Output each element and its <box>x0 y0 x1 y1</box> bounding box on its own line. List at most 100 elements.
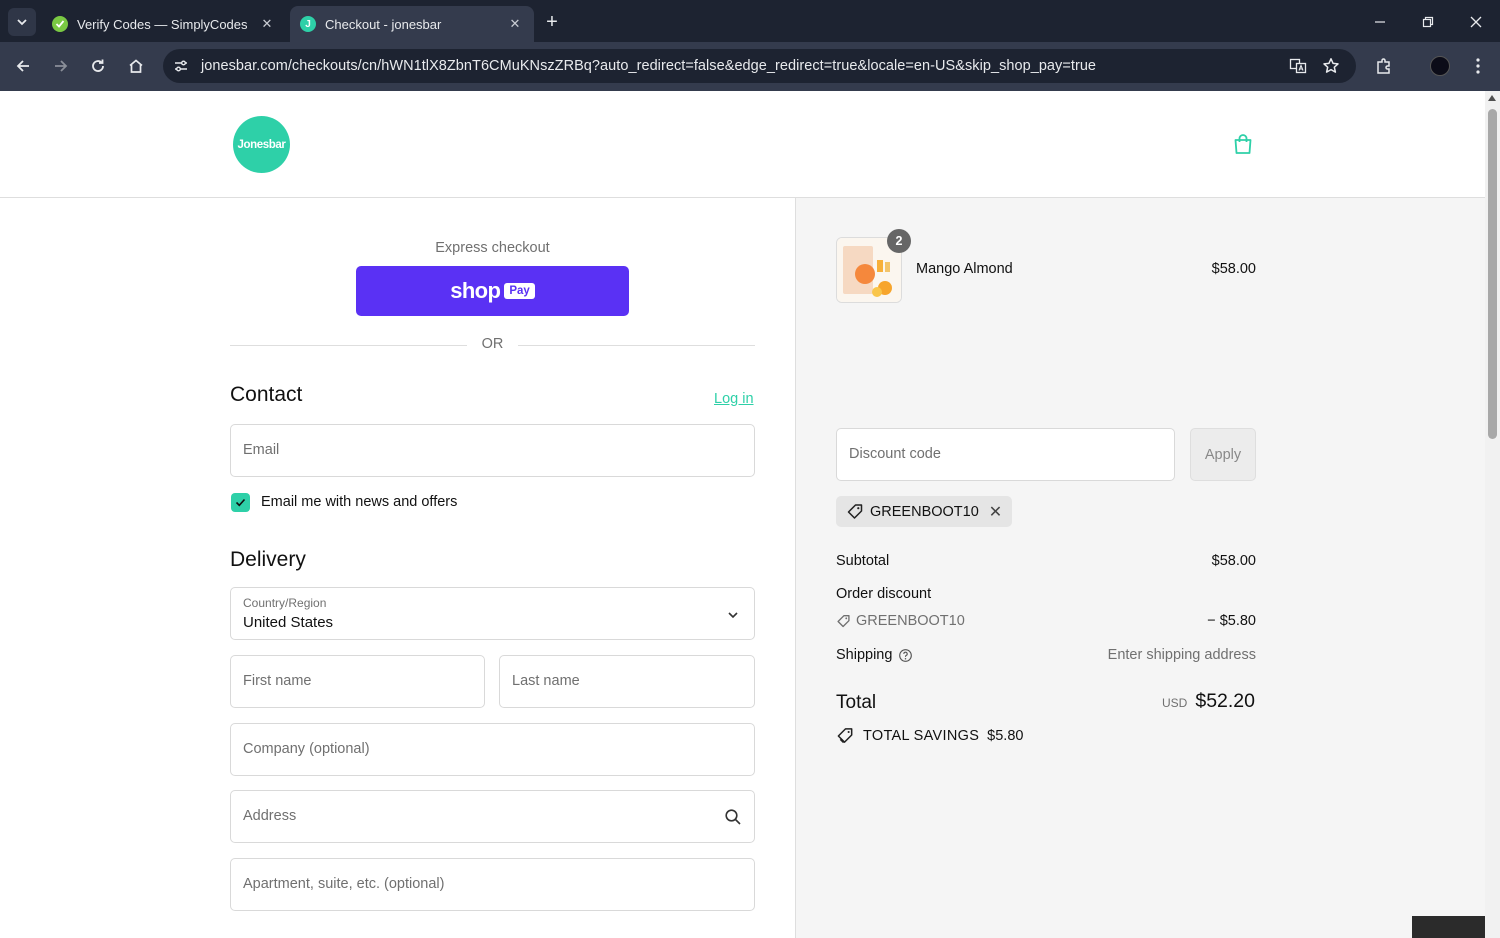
quantity-badge: 2 <box>887 229 911 253</box>
email-placeholder: Email <box>243 442 280 458</box>
apply-discount-button[interactable]: Apply <box>1190 428 1256 481</box>
total-value: $52.20 <box>1195 690 1255 712</box>
country-select[interactable]: Country/Region United States <box>230 587 755 640</box>
company-placeholder: Company (optional) <box>243 741 370 757</box>
applied-discount-chip: GREENBOOT10 ✕ <box>836 496 1013 527</box>
delivery-heading: Delivery <box>230 548 306 571</box>
tab-title: Verify Codes — SimplyCodes <box>77 16 248 32</box>
chevron-down-icon <box>17 19 27 26</box>
shipping-row: Shipping Enter shipping address <box>836 647 1256 663</box>
savings-value: $5.80 <box>987 727 1024 744</box>
first-name-field[interactable]: First name <box>230 655 485 708</box>
discount-code-input[interactable]: Discount code <box>836 428 1175 481</box>
discount-code-row: GREENBOOT10 − $5.80 <box>836 613 1256 633</box>
home-icon <box>129 59 143 73</box>
tab-strip: Verify Codes — SimplyCodes ✕ J Checkout … <box>0 0 1500 42</box>
country-label: Country/Region <box>243 596 327 610</box>
tab-checkout[interactable]: J Checkout - jonesbar ✕ <box>290 6 534 42</box>
restore-icon <box>1422 16 1434 28</box>
shop-pay-badge: Pay <box>504 283 535 299</box>
new-tab-button[interactable]: + <box>540 10 564 34</box>
order-discount-row: Order discount <box>836 586 1256 602</box>
remove-discount-icon[interactable]: ✕ <box>989 502 1002 522</box>
total-savings: TOTAL SAVINGS $5.80 <box>836 726 1023 745</box>
tag-icon <box>847 503 863 519</box>
help-circle-icon[interactable] <box>898 648 913 663</box>
close-tab-icon[interactable]: ✕ <box>506 15 524 33</box>
url-text[interactable]: jonesbar.com/checkouts/cn/hWN1tlX8ZbnT6C… <box>201 58 1096 74</box>
tab-title: Checkout - jonesbar <box>325 16 442 32</box>
minimize-icon <box>1375 21 1385 23</box>
tag-icon <box>837 614 850 627</box>
country-value: United States <box>243 614 334 631</box>
scrollbar-thumb[interactable] <box>1488 109 1497 439</box>
last-name-field[interactable]: Last name <box>499 655 755 708</box>
menu-kebab-icon[interactable] <box>1464 52 1492 80</box>
address-bar[interactable]: jonesbar.com/checkouts/cn/hWN1tlX8ZbnT6C… <box>163 49 1356 83</box>
site-info-icon[interactable] <box>171 56 191 76</box>
jonesbar-logo[interactable]: Jonesbar <box>233 116 290 173</box>
bookmark-star-icon[interactable] <box>1321 56 1341 76</box>
minimize-button[interactable] <box>1366 8 1394 36</box>
close-window-button[interactable] <box>1462 8 1490 36</box>
checkmark-icon <box>235 498 246 506</box>
newsletter-option[interactable]: Email me with news and offers <box>231 492 457 512</box>
extensions-icon[interactable] <box>1370 52 1398 80</box>
home-button[interactable] <box>122 52 150 80</box>
or-label: OR <box>481 336 504 352</box>
email-field[interactable]: Email <box>230 424 755 477</box>
overlay-corner <box>1412 916 1485 938</box>
newsletter-checkbox[interactable] <box>231 492 250 512</box>
company-field[interactable]: Company (optional) <box>230 723 755 776</box>
newsletter-label: Email me with news and offers <box>261 494 458 510</box>
savings-label: TOTAL SAVINGS <box>863 727 980 744</box>
order-summary: 2 Mango Almond $58.00 Discount code Appl… <box>795 198 1485 938</box>
applied-code-text: GREENBOOT10 <box>870 503 979 520</box>
order-discount-label: Order discount <box>836 586 932 602</box>
page-scrollbar[interactable] <box>1485 91 1500 938</box>
logo-text: Jonesbar <box>237 138 286 151</box>
discount-code-text: GREENBOOT10 <box>856 613 965 629</box>
shop-pay-button[interactable]: shop Pay <box>356 266 629 316</box>
product-price: $58.00 <box>1211 261 1256 277</box>
shopping-bag-icon[interactable] <box>1231 132 1255 156</box>
express-checkout-label: Express checkout <box>435 240 550 256</box>
profile-avatar[interactable] <box>1426 52 1454 80</box>
scroll-up-arrow-icon[interactable] <box>1488 95 1496 101</box>
login-link[interactable]: Log in <box>714 391 754 407</box>
simplycodes-icon <box>52 16 68 32</box>
search-icon[interactable] <box>724 808 742 826</box>
first-name-placeholder: First name <box>243 673 312 689</box>
or-divider: OR <box>230 335 755 355</box>
address-placeholder: Address <box>243 808 297 824</box>
reload-button[interactable] <box>84 52 112 80</box>
tags-icon <box>837 728 853 744</box>
close-icon <box>1470 16 1482 28</box>
forward-button[interactable] <box>47 52 75 80</box>
checkout-page: Jonesbar Express checkout shop Pay OR Co… <box>0 91 1485 938</box>
apartment-field[interactable]: Apartment, suite, etc. (optional) <box>230 858 755 911</box>
discount-placeholder: Discount code <box>849 446 941 462</box>
product-name: Mango Almond <box>916 261 1013 277</box>
shop-pay-logo: shop <box>450 278 501 303</box>
arrow-right-icon <box>55 60 68 72</box>
subtotal-value: $58.00 <box>1211 553 1256 569</box>
restore-button[interactable] <box>1414 8 1442 36</box>
checkout-form: Express checkout shop Pay OR Contact Log… <box>0 198 795 938</box>
arrow-left-icon <box>16 60 29 72</box>
tab-search-button[interactable] <box>8 8 36 36</box>
chevron-down-icon <box>728 612 738 619</box>
browser-toolbar: jonesbar.com/checkouts/cn/hWN1tlX8ZbnT6C… <box>0 42 1500 91</box>
jonesbar-icon: J <box>300 16 316 32</box>
address-field[interactable]: Address <box>230 790 755 843</box>
last-name-placeholder: Last name <box>512 673 580 689</box>
total-label: Total <box>836 692 877 713</box>
apartment-placeholder: Apartment, suite, etc. (optional) <box>243 876 445 892</box>
close-tab-icon[interactable]: ✕ <box>258 15 276 33</box>
translate-icon[interactable] <box>1288 56 1308 76</box>
contact-heading: Contact <box>230 383 303 406</box>
tab-simplycodes[interactable]: Verify Codes — SimplyCodes ✕ <box>42 6 286 42</box>
reload-icon <box>92 59 104 72</box>
subtotal-row: Subtotal $58.00 <box>836 553 1256 569</box>
back-button[interactable] <box>9 52 37 80</box>
